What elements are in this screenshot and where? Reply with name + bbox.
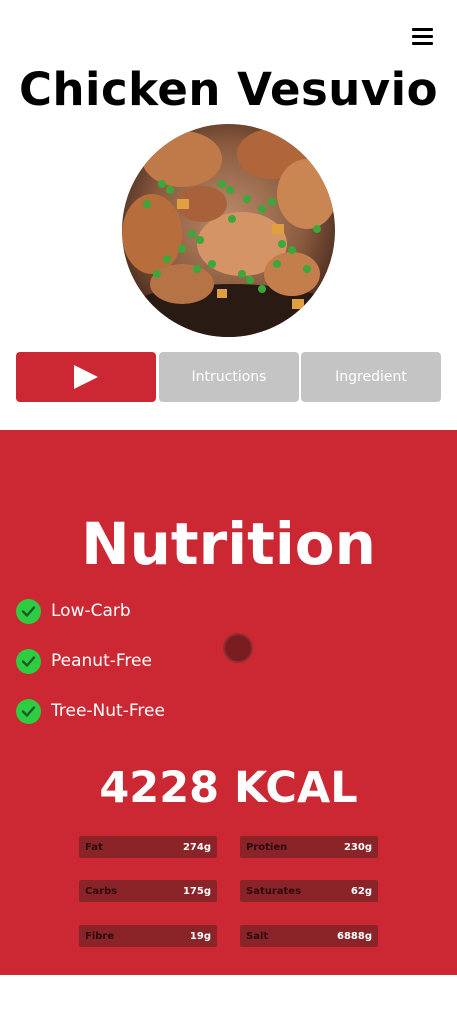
nutrient-label: Fat bbox=[85, 841, 103, 853]
tab-instructions-label: Intructions bbox=[191, 369, 267, 385]
calorie-total: 4228 KCAL bbox=[99, 763, 358, 813]
tab-video[interactable] bbox=[16, 352, 156, 402]
check-circle-icon bbox=[16, 648, 41, 674]
nutrient-chip: Saturates 62g bbox=[240, 880, 378, 902]
menu-bar bbox=[412, 42, 433, 45]
check-circle-icon bbox=[16, 698, 41, 724]
nutrient-label: Protien bbox=[246, 841, 288, 853]
nutrient-value: 175g bbox=[182, 885, 211, 897]
nutrient-chip: Fibre 19g bbox=[79, 925, 217, 947]
hamburger-menu-icon[interactable] bbox=[412, 27, 434, 47]
nutrient-chip: Fat 274g bbox=[79, 836, 217, 858]
nutrient-value: 274g bbox=[182, 841, 211, 853]
play-icon bbox=[74, 365, 98, 389]
nutrient-label: Saturates bbox=[246, 885, 302, 897]
nutrient-value: 19g bbox=[189, 930, 211, 942]
dish-photo bbox=[122, 124, 335, 337]
diet-label-text: Low-Carb bbox=[51, 601, 131, 621]
check-circle-icon bbox=[16, 598, 41, 624]
cursor-indicator bbox=[223, 633, 253, 663]
nutrient-value: 62g bbox=[350, 885, 372, 897]
diet-label-text: Peanut-Free bbox=[51, 651, 152, 671]
menu-bar bbox=[412, 28, 433, 31]
diet-label-text: Tree-Nut-Free bbox=[51, 701, 165, 721]
nutrition-heading: Nutrition bbox=[81, 510, 376, 578]
tab-ingredient[interactable]: Ingredient bbox=[301, 352, 441, 402]
nutrient-value: 6888g bbox=[337, 930, 372, 942]
nutrient-chip: Carbs 175g bbox=[79, 880, 217, 902]
diet-label: Peanut-Free bbox=[16, 648, 152, 674]
recipe-page: Chicken Vesuvio Intructions Ingredient N… bbox=[0, 0, 457, 1019]
nutrient-label: Carbs bbox=[85, 885, 118, 897]
nutrient-chip: Protien 230g bbox=[240, 836, 378, 858]
tab-ingredient-label: Ingredient bbox=[335, 369, 407, 385]
recipe-title: Chicken Vesuvio bbox=[19, 63, 438, 116]
nutrient-chip: Salt 6888g bbox=[240, 925, 378, 947]
diet-label: Low-Carb bbox=[16, 598, 131, 624]
nutrient-label: Salt bbox=[246, 930, 269, 942]
menu-bar bbox=[412, 35, 433, 38]
nutrition-section: Nutrition Low-Carb Peanut-Free Tree-Nut-… bbox=[0, 430, 457, 975]
nutrient-value: 230g bbox=[343, 841, 372, 853]
nutrient-label: Fibre bbox=[85, 930, 115, 942]
tab-instructions[interactable]: Intructions bbox=[159, 352, 299, 402]
dish-image-illustration bbox=[122, 124, 335, 337]
diet-label: Tree-Nut-Free bbox=[16, 698, 165, 724]
